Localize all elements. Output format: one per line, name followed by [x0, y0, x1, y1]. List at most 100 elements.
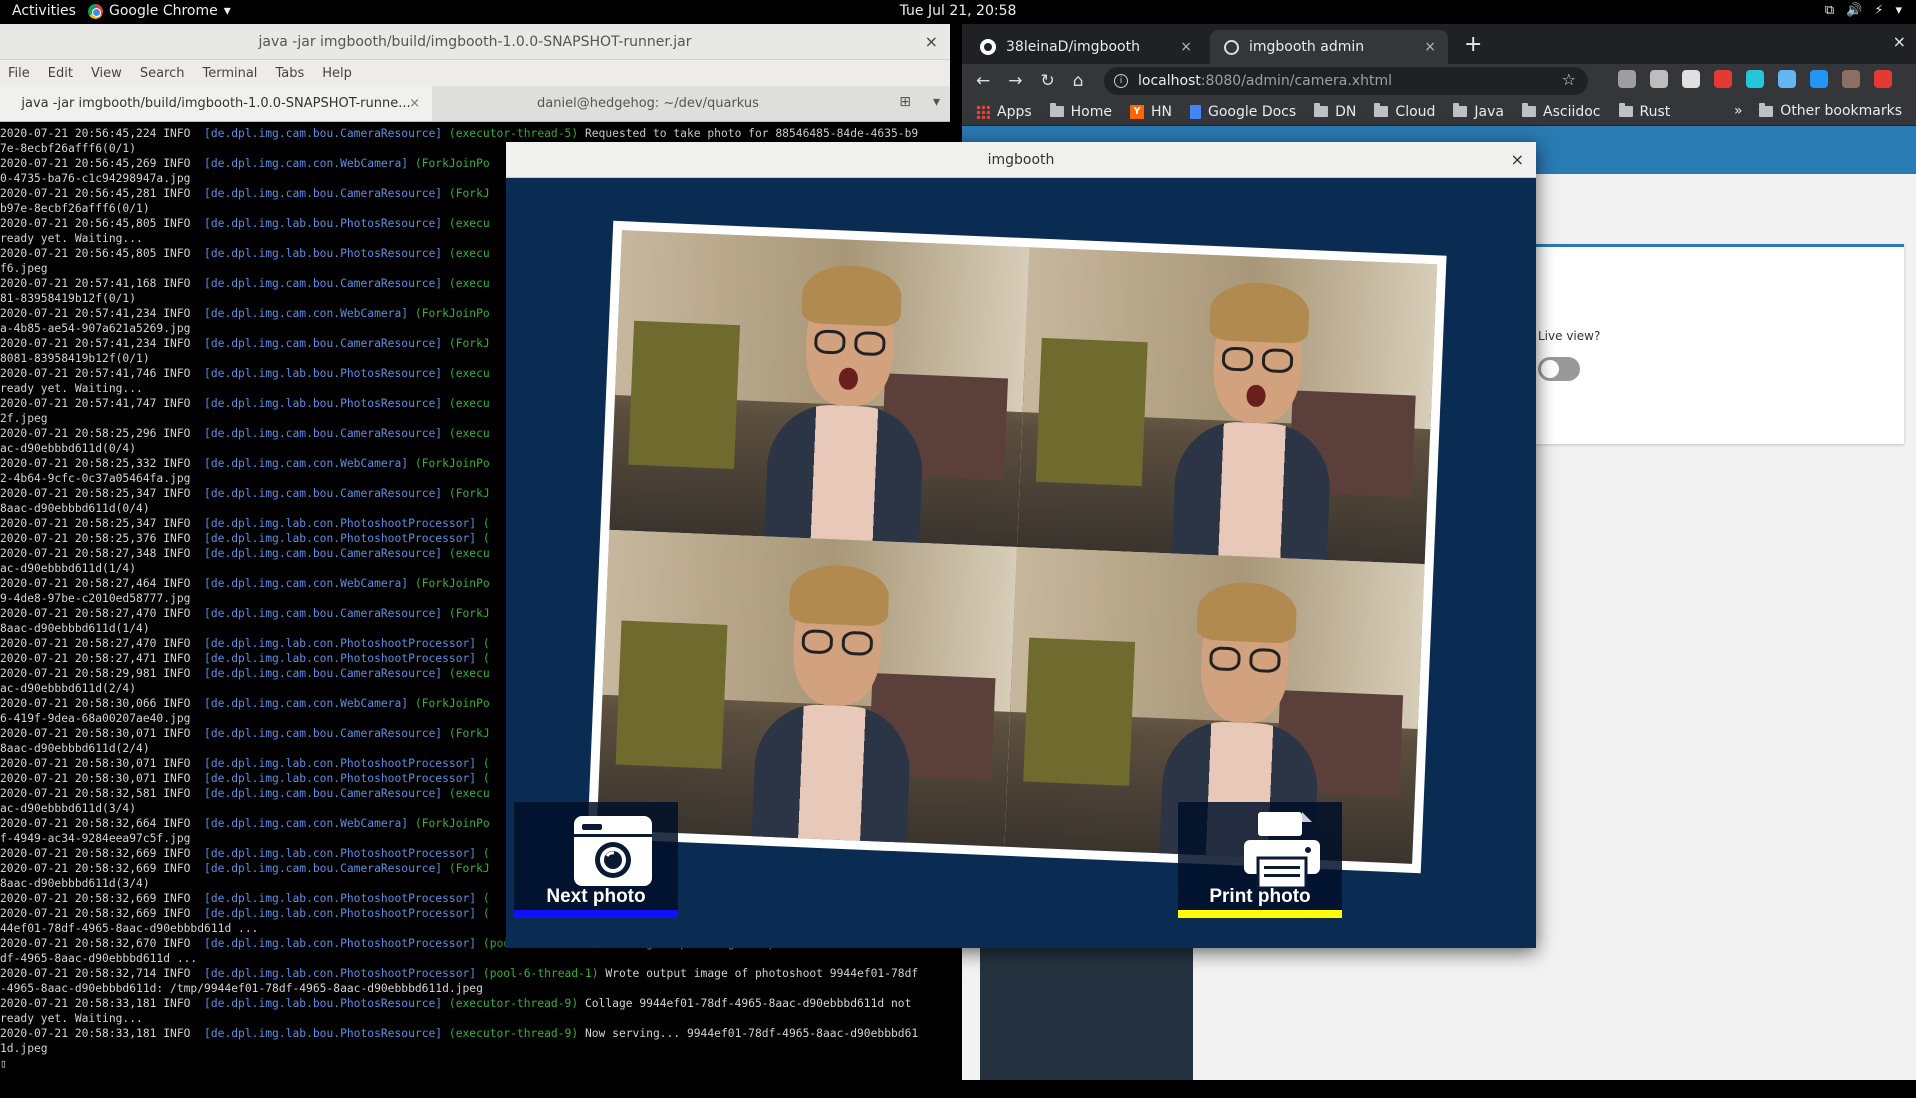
chevron-down-icon[interactable]: ▾ [933, 94, 940, 110]
imgbooth-window: imgbooth × Next photo Print photo [506, 142, 1536, 948]
menu-file[interactable]: File [8, 66, 30, 81]
bookmark-label: Home [1070, 103, 1112, 120]
log-segment: [de.dpl.img.cam.bou.CameraResource] [204, 487, 449, 500]
log-segment: INFO [163, 307, 205, 320]
system-tray[interactable]: ⧉ 🔊 ⚡ ▾ [1825, 3, 1902, 18]
log-segment: (ForkJ [448, 487, 490, 500]
back-icon[interactable]: ← [976, 71, 990, 91]
log-line: df-4965-8aac-d90ebbbd611d ... [0, 951, 950, 966]
extension-icon[interactable] [1746, 70, 1764, 88]
menu-tabs[interactable]: Tabs [275, 66, 304, 81]
close-icon[interactable]: × [1893, 32, 1906, 51]
close-icon[interactable]: × [1424, 39, 1436, 55]
extension-icon[interactable] [1810, 70, 1828, 88]
extension-icon[interactable] [1682, 70, 1700, 88]
menu-view[interactable]: View [91, 66, 122, 81]
menu-help[interactable]: Help [322, 66, 352, 81]
log-segment: INFO [163, 847, 205, 860]
log-segment: ( [482, 772, 490, 785]
browser-tab-label: imgbooth admin [1249, 39, 1365, 55]
bookmark-google-docs[interactable]: Google Docs [1190, 104, 1296, 120]
log-segment: 8081-83958419b12f(0/1) [0, 352, 150, 365]
menu-edit[interactable]: Edit [48, 66, 73, 81]
log-segment: INFO [163, 862, 205, 875]
log-segment: f-4949-ac34-9284eea97c5f.jpg [0, 832, 191, 845]
bookmark-home[interactable]: Home [1049, 103, 1112, 120]
print-photo-button[interactable]: Print photo [1178, 802, 1342, 918]
close-icon[interactable]: × [1511, 150, 1524, 169]
browser-tab-github[interactable]: 38leinaD/imgbooth × [966, 30, 1204, 64]
profile-avatar[interactable] [1842, 70, 1860, 88]
bookmark-java[interactable]: Java [1453, 103, 1504, 120]
log-segment: [de.dpl.img.cam.con.WebCamera] [204, 307, 415, 320]
bookmark-dn[interactable]: DN [1314, 103, 1356, 120]
log-segment: 1d.jpeg [0, 1042, 48, 1055]
log-segment: [de.dpl.img.lab.con.PhotoshootProcessor] [204, 652, 483, 665]
bookmark-hn[interactable]: Y HN [1130, 104, 1172, 120]
collage-photo [1017, 247, 1438, 565]
log-segment: df-4965-8aac-d90ebbbd611d ... [0, 952, 198, 965]
log-segment: (ForkJ [448, 187, 490, 200]
more-bookmarks-icon[interactable]: » [1734, 103, 1743, 119]
log-segment: INFO [163, 367, 205, 380]
live-view-toggle[interactable] [1538, 357, 1580, 381]
close-icon[interactable]: × [925, 32, 938, 51]
log-line: 2020-07-21 20:56:45,224 INFO [de.dpl.img… [0, 126, 950, 141]
clock[interactable]: Tue Jul 21, 20:58 [900, 3, 1017, 19]
log-segment: 2020-07-21 20:58:33,181 [0, 997, 164, 1010]
menu-terminal[interactable]: Terminal [202, 66, 257, 81]
update-icon[interactable] [1874, 70, 1892, 88]
activities-button[interactable]: Activities [12, 3, 76, 19]
log-segment: (execu [448, 367, 490, 380]
log-segment: [de.dpl.img.lab.con.PhotoshootProcessor] [204, 637, 483, 650]
log-segment: [de.dpl.img.lab.bou.PhotosResource] [204, 997, 449, 1010]
new-tab-button[interactable]: + [1464, 32, 1482, 57]
bookmark-cloud[interactable]: Cloud [1374, 103, 1435, 120]
extension-icon[interactable] [1618, 70, 1636, 88]
extension-icon[interactable] [1714, 70, 1732, 88]
close-icon[interactable]: × [409, 96, 420, 111]
log-segment: 2020-07-21 20:58:32,669 [0, 847, 164, 860]
forward-icon[interactable]: → [1008, 71, 1022, 91]
log-segment: 7e-8ecbf26afff6(0/1) [0, 142, 137, 155]
browser-tab-imgbooth-admin[interactable]: imgbooth admin × [1210, 30, 1448, 64]
log-segment: 8aac-d90ebbbd611d(2/4) [0, 742, 150, 755]
reload-icon[interactable]: ↻ [1041, 71, 1055, 91]
terminal-tab-java[interactable]: java -jar imgbooth/build/imgbooth-1.0.0-… [0, 86, 432, 121]
extension-icon[interactable] [1778, 70, 1796, 88]
log-segment: INFO [163, 547, 205, 560]
extension-icon[interactable] [1650, 70, 1668, 88]
bookmark-rust[interactable]: Rust [1618, 103, 1670, 120]
log-segment: 2020-07-21 20:57:41,234 [0, 307, 164, 320]
next-photo-button[interactable]: Next photo [514, 802, 678, 918]
new-tab-icon[interactable]: ⊞ [899, 94, 911, 110]
camera-settings-card: Live view? [1522, 244, 1904, 444]
menu-search[interactable]: Search [140, 66, 185, 81]
log-segment: 2020-07-21 20:58:32,669 [0, 892, 164, 905]
terminal-title: java -jar imgbooth/build/imgbooth-1.0.0-… [258, 33, 692, 50]
terminal-titlebar[interactable]: java -jar imgbooth/build/imgbooth-1.0.0-… [0, 24, 950, 60]
log-segment: (execu [448, 277, 490, 290]
info-icon[interactable]: i [1114, 74, 1128, 88]
address-bar[interactable]: i localhost:8080/admin/camera.xhtml ☆ [1104, 67, 1588, 95]
home-icon[interactable]: ⌂ [1073, 71, 1084, 91]
camera-icon [574, 816, 652, 886]
log-segment: ac-d90ebbbd611d(3/4) [0, 802, 137, 815]
bookmark-apps[interactable]: Apps [976, 104, 1032, 120]
bookmark-label: Other bookmarks [1780, 103, 1902, 119]
log-segment: ( [482, 892, 490, 905]
other-bookmarks[interactable]: Other bookmarks [1759, 102, 1902, 119]
log-segment: (ForkJoinPo [414, 577, 490, 590]
imgbooth-titlebar[interactable]: imgbooth × [506, 142, 1536, 178]
log-segment: [de.dpl.img.cam.bou.CameraResource] [204, 607, 449, 620]
log-segment: [de.dpl.img.cam.con.WebCamera] [204, 157, 415, 170]
bookmark-asciidoc[interactable]: Asciidoc [1522, 103, 1601, 120]
close-icon[interactable]: × [1180, 39, 1192, 55]
app-menu[interactable]: Google Chrome ▾ [88, 3, 231, 19]
terminal-tab-shell[interactable]: daniel@hedgehog: ~/dev/quarkus [432, 86, 864, 121]
star-icon[interactable]: ☆ [1562, 70, 1576, 89]
log-segment: INFO [163, 772, 205, 785]
log-segment: INFO [163, 787, 205, 800]
log-segment: 9-4de8-97be-c2010ed58777.jpg [0, 592, 191, 605]
log-segment: (executor-thread-9) [448, 997, 585, 1010]
